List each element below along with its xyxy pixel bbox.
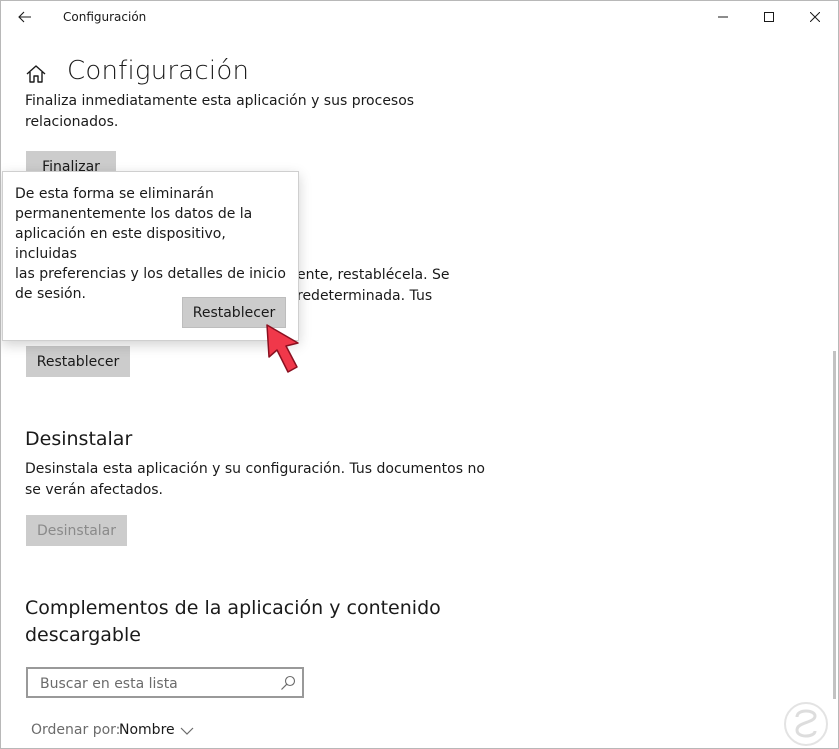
close-icon <box>810 12 820 22</box>
search-field[interactable] <box>26 667 304 698</box>
complementos-heading-1: Complementos de la aplicación y contenid… <box>25 597 441 619</box>
flyout-message-line: las preferencias y los detalles de inici… <box>15 266 286 282</box>
scroll-clip <box>1 87 838 93</box>
complementos-heading-2: descargable <box>25 624 141 646</box>
desinstalar-heading: Desinstalar <box>25 428 133 450</box>
search-icon[interactable] <box>280 675 296 691</box>
window-title: Configuración <box>63 10 147 24</box>
chevron-down-icon[interactable] <box>180 725 194 737</box>
settings-window: Configuración Configuración Finaliza inm… <box>0 0 839 749</box>
search-input[interactable] <box>38 673 272 695</box>
flyout-message-line: De esta forma se eliminarán <box>15 186 214 202</box>
close-button[interactable] <box>792 1 838 33</box>
finalizar-description-1: Finaliza inmediatamente esta aplicación … <box>25 93 415 109</box>
desinstalar-button[interactable]: Desinstalar <box>26 515 127 546</box>
flyout-message-line: permanentemente los datos de la <box>15 206 253 222</box>
restablecer-description-2: redeterminada. Tus <box>297 288 433 304</box>
flyout-message: De esta forma se eliminarán permanenteme… <box>15 184 287 304</box>
minimize-icon <box>718 16 728 18</box>
reset-confirmation-flyout: De esta forma se eliminarán permanenteme… <box>2 171 299 341</box>
sort-dropdown[interactable]: Nombre <box>119 722 175 738</box>
home-icon[interactable] <box>25 63 47 85</box>
restablecer-button[interactable]: Restablecer <box>26 346 130 377</box>
maximize-icon <box>764 12 774 22</box>
pointer-arrow-icon <box>266 324 299 373</box>
finalizar-description-2: relacionados. <box>25 114 119 130</box>
back-arrow-icon <box>18 11 31 23</box>
desinstalar-description-1: Desinstala esta aplicación y su configur… <box>25 461 485 477</box>
title-bar: Configuración <box>1 1 838 33</box>
scrollbar[interactable] <box>833 351 836 699</box>
flyout-message-line: aplicación en este dispositivo, incluida… <box>15 226 226 262</box>
restablecer-description-1: ente, restablécela. Se <box>297 267 450 283</box>
maximize-button[interactable] <box>746 1 792 33</box>
sort-label: Ordenar por: <box>31 722 121 738</box>
watermark-logo <box>784 702 828 746</box>
minimize-button[interactable] <box>700 1 746 33</box>
page-title: Configuración <box>67 56 250 86</box>
back-button[interactable] <box>9 5 41 29</box>
desinstalar-description-2: se verán afectados. <box>25 482 163 498</box>
